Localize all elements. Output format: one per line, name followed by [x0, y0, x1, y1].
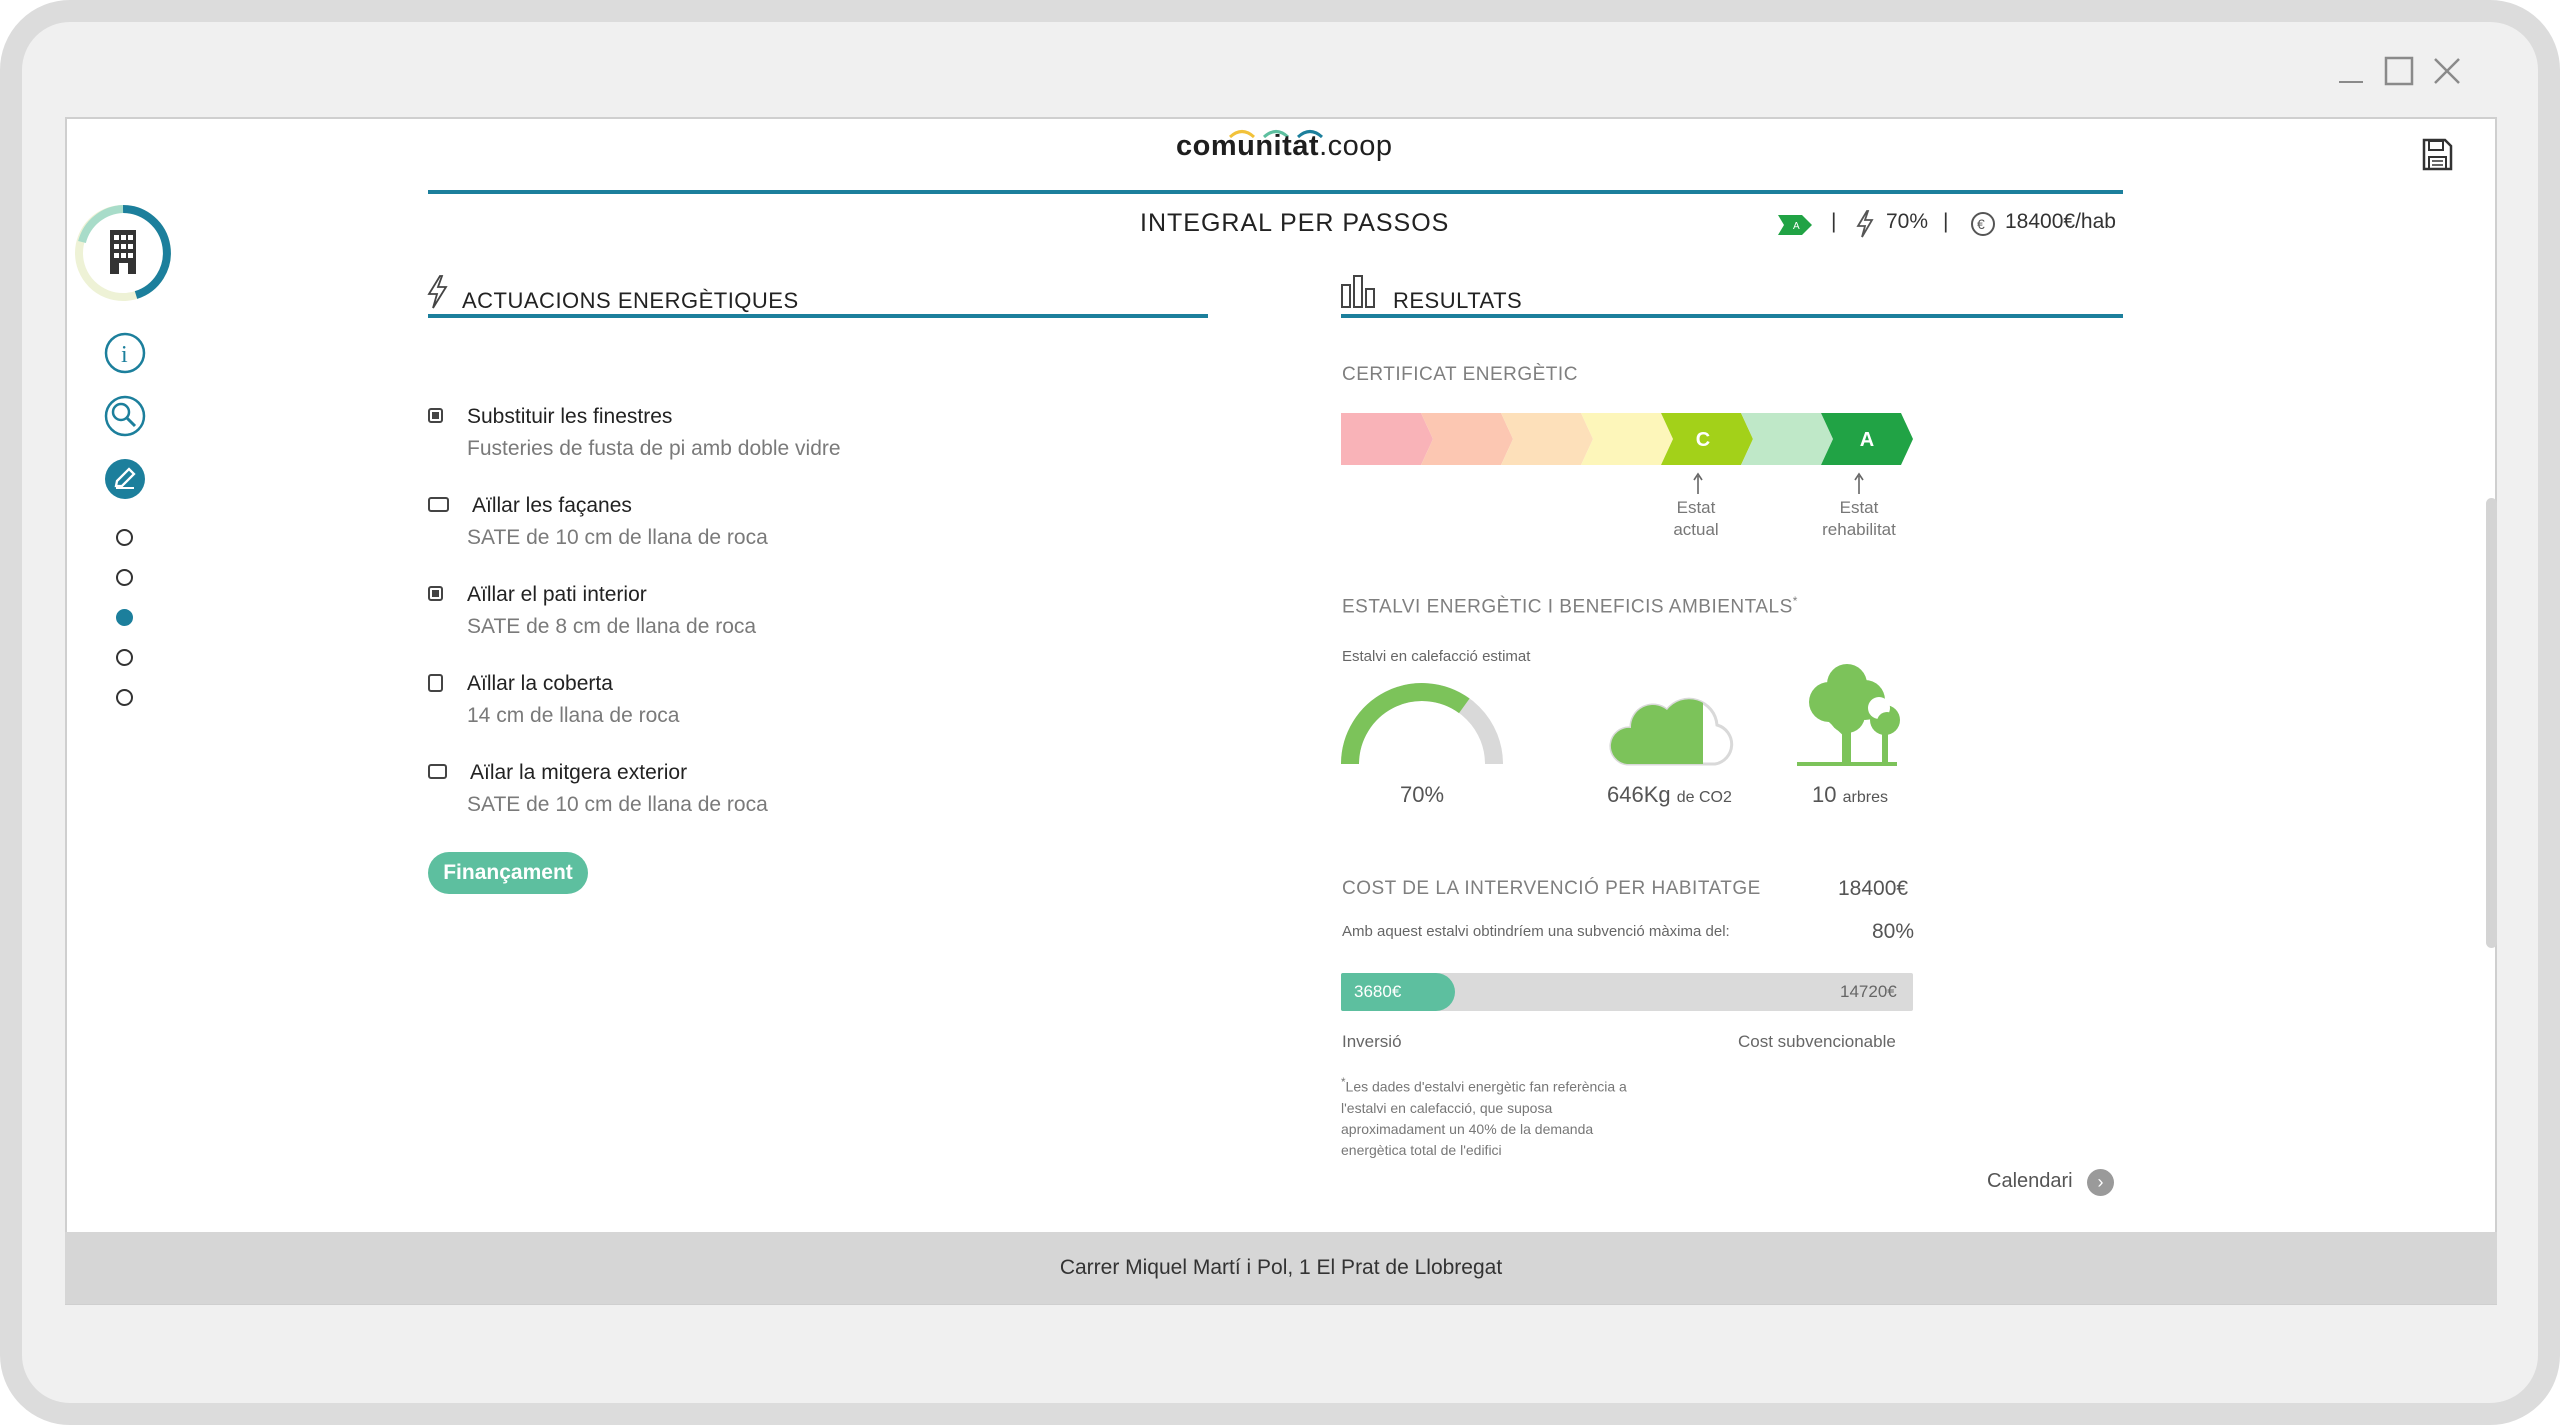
subsidy-text: Amb aquest estalvi obtindríem una subven…: [1342, 923, 1730, 940]
close-icon[interactable]: [2432, 56, 2462, 92]
address-text: Carrer Miquel Martí i Pol, 1 El Prat de …: [1059, 1256, 1503, 1279]
step-dot-5[interactable]: [116, 689, 133, 706]
action-title: Aïllar la coberta: [467, 672, 613, 695]
cost-heading: COST DE LA INTERVENCIÓ PER HABITATGE: [1342, 878, 1761, 899]
current-state-line1: Estat: [1676, 498, 1716, 517]
target-state-line2: rehabilitat: [1822, 520, 1896, 539]
checkbox-facanes[interactable]: [428, 497, 449, 512]
step-dot-4[interactable]: [116, 649, 133, 666]
checkbox-pati-interior[interactable]: [428, 586, 443, 601]
savings-heading-text: ESTALVI ENERGÈTIC I BENEFICIS AMBIENTALS: [1342, 596, 1793, 618]
bar-chart-icon: [1340, 273, 1378, 314]
action-detail: 14 cm de llana de roca: [467, 704, 680, 727]
current-state-label: Estat actual: [1640, 497, 1752, 541]
building-icon[interactable]: [72, 202, 174, 309]
energy-class-e: [1501, 413, 1593, 465]
chevron-right-icon[interactable]: ›: [2087, 1169, 2114, 1196]
minimize-icon[interactable]: [2337, 52, 2365, 92]
euro-icon: €: [1970, 211, 1996, 242]
checkbox-mitgera[interactable]: [428, 764, 447, 779]
energy-class-g: [1341, 413, 1433, 465]
checkbox-coberta[interactable]: [428, 674, 443, 692]
target-state-line1: Estat: [1839, 498, 1879, 517]
target-state-arrow-icon: [1853, 472, 1865, 499]
action-title: Aïllar les façanes: [472, 494, 632, 517]
maximize-icon[interactable]: [2384, 56, 2414, 92]
step-dot-1[interactable]: [116, 529, 133, 546]
cost-value: 18400€: [1838, 877, 1909, 900]
results-heading: RESULTATS: [1393, 288, 1523, 313]
save-icon[interactable]: [2421, 138, 2453, 177]
header-savings: 70%: [1886, 210, 1929, 233]
investment-label: Inversió: [1342, 1032, 1402, 1051]
header-separator: |: [1943, 210, 1949, 233]
subsidized-amount: 14720€: [1840, 982, 1897, 1001]
actions-heading: ACTUACIONS ENERGÈTIQUES: [462, 288, 799, 313]
footnote: *Les dades d'estalvi energètic fan refer…: [1341, 1072, 1631, 1161]
action-detail: SATE de 10 cm de llana de roca: [467, 526, 768, 549]
logo[interactable]: comunitat.coop: [1176, 130, 1393, 163]
cloud-icon: [1609, 697, 1734, 766]
trees-unit: arbres: [1842, 789, 1888, 806]
co2-amount: 646Kg: [1607, 782, 1671, 807]
address-footer: Carrer Miquel Martí i Pol, 1 El Prat de …: [65, 1232, 2497, 1304]
scrollbar-thumb[interactable]: [2486, 498, 2497, 948]
info-icon[interactable]: i: [103, 331, 147, 380]
current-state-line2: actual: [1673, 520, 1719, 539]
savings-heading-mark: *: [1792, 594, 1798, 608]
step-dot-2[interactable]: [116, 569, 133, 586]
edit-icon[interactable]: [103, 457, 147, 506]
action-detail: Fusteries de fusta de pi amb doble vidre: [467, 437, 841, 460]
header-divider: [428, 190, 2123, 194]
svg-text:€: €: [1977, 216, 1985, 232]
energy-class-d: [1581, 413, 1673, 465]
co2-value: 646Kg de CO2: [1607, 782, 1732, 808]
action-title: Substituir les finestres: [467, 405, 673, 428]
subsidy-value: 80%: [1872, 920, 1915, 943]
lightning-icon: [426, 275, 448, 314]
info-icon-glyph: i: [121, 342, 128, 368]
footnote-text: Les dades d'estalvi energètic fan referè…: [1341, 1078, 1627, 1158]
results-divider: [1341, 314, 2123, 318]
page-title: INTEGRAL PER PASSOS: [1140, 209, 1450, 237]
action-title: Aïlar la mitgera exterior: [470, 761, 688, 784]
heating-gauge: [1341, 683, 1503, 765]
energy-badge: A: [1778, 215, 1812, 240]
energy-class-b: [1741, 413, 1833, 465]
search-icon[interactable]: [103, 394, 147, 443]
header-separator: |: [1831, 210, 1837, 233]
savings-heading: ESTALVI ENERGÈTIC I BENEFICIS AMBIENTALS…: [1342, 594, 1798, 618]
header-cost: 18400€/hab: [2005, 210, 2116, 233]
energy-scale: C A: [1341, 413, 1913, 465]
trees-value: 10 arbres: [1812, 782, 1888, 808]
target-state-label: Estat rehabilitat: [1799, 497, 1919, 541]
logo-ext: .coop: [1319, 130, 1393, 162]
logo-main: comunitat: [1176, 130, 1320, 162]
checkbox-finestres[interactable]: [428, 408, 443, 423]
current-class-label: C: [1696, 429, 1710, 451]
actions-divider: [428, 314, 1208, 318]
financing-button[interactable]: Finançament: [428, 852, 588, 894]
lightning-icon: [1855, 210, 1875, 243]
investment-amount: 3680€: [1354, 982, 1402, 1001]
energy-badge-text: A: [1793, 221, 1800, 232]
action-detail: SATE de 8 cm de llana de roca: [467, 615, 757, 638]
heating-label: Estalvi en calefacció estimat: [1342, 648, 1531, 665]
investment-bar: [1341, 973, 1913, 1011]
energy-class-f: [1421, 413, 1513, 465]
target-class-label: A: [1860, 429, 1874, 451]
tree-icon: [1797, 664, 1900, 766]
subsidized-label: Cost subvencionable: [1738, 1032, 1896, 1051]
co2-unit: de CO2: [1676, 789, 1732, 806]
current-state-arrow-icon: [1692, 472, 1704, 499]
heating-value: 70%: [1400, 782, 1445, 807]
certificate-label: CERTIFICAT ENERGÈTIC: [1342, 364, 1578, 385]
calendar-link[interactable]: Calendari: [1987, 1170, 2073, 1193]
action-detail: SATE de 10 cm de llana de roca: [467, 793, 768, 816]
action-title: Aïllar el pati interior: [467, 583, 647, 606]
step-dot-3[interactable]: [116, 609, 133, 626]
trees-amount: 10: [1812, 782, 1837, 807]
